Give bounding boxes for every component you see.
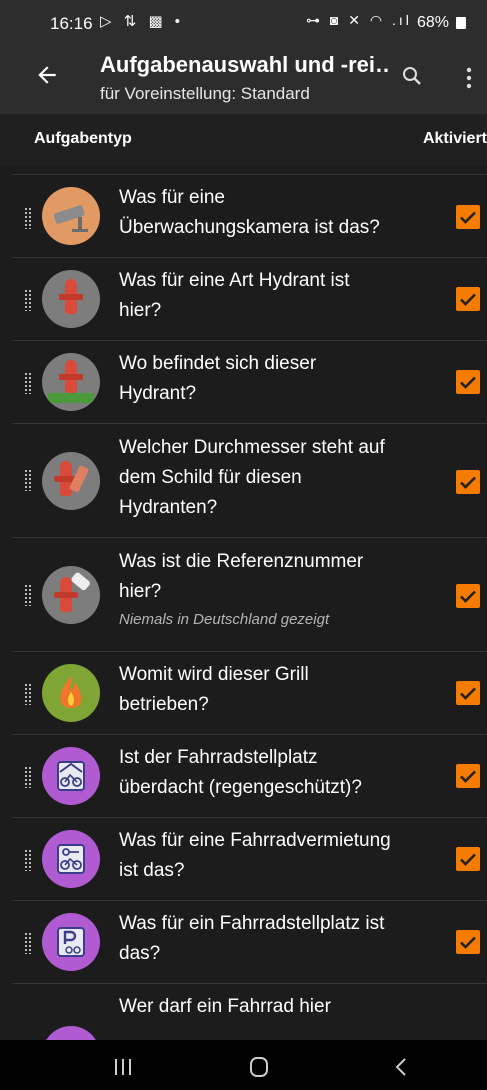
column-quest-type: Aufgabentyp [34,130,132,147]
quest-row[interactable]: Welcher Durchmesser steht auf dem Schild… [12,423,487,538]
home-icon[interactable] [250,1057,268,1077]
back-icon[interactable] [394,1057,408,1077]
drag-handle-icon[interactable] [24,469,32,491]
quest-text: Wo befindet sich dieser Hydrant? [119,353,317,404]
battery-percent: 68% [417,14,450,31]
quest-row[interactable]: Ist der Fahrradstellplatz überdacht (reg… [12,734,487,818]
fire-hydrant-diameter-icon [42,452,100,510]
search-icon[interactable] [400,64,424,88]
quest-text: Was für eine Art Hydrant ist hier? [119,270,350,321]
quest-text: Wer darf ein Fahrrad hier [119,996,331,1017]
system-status-icons: ⊶ ◙ ✕ ◠ .ıl [306,12,412,28]
status-time: 16:16 [50,14,93,33]
enabled-checkbox[interactable] [456,681,480,705]
quest-row[interactable]: Wo befindet sich dieser Hydrant? [12,340,487,424]
fire-hydrant-ref-icon [42,566,100,624]
bicycle-parking-type-icon [42,913,100,971]
bbq-fire-icon [42,664,100,722]
drag-handle-icon[interactable] [24,683,32,705]
fire-hydrant-position-icon [42,353,100,411]
bicycle-parking-access-icon [42,1026,100,1040]
quest-row[interactable]: Was für eine Fahrradvermietung ist das? [12,817,487,901]
quest-text: Womit wird dieser Grill betrieben? [119,664,309,715]
quest-note: Niemals in Deutschland gezeigt [119,611,330,628]
surveillance-camera-icon [42,187,100,245]
status-bar: 16:16 ▷ ⇅ ▩ • ⊶ ◙ ✕ ◠ .ıl 68% [0,0,487,42]
fire-hydrant-icon [42,270,100,328]
quest-text: Was für eine Überwachungskamera ist das? [119,187,380,238]
enabled-checkbox[interactable] [456,930,480,954]
battery-icon [456,17,466,29]
quest-row[interactable]: Was für ein Fahrradstellplatz ist das? [12,900,487,984]
column-header: Aufgabentyp Aktiviert [0,114,487,166]
drag-handle-icon[interactable] [24,207,32,229]
drag-handle-icon[interactable] [24,766,32,788]
more-vert-icon[interactable] [462,66,476,90]
enabled-checkbox[interactable] [456,847,480,871]
quest-row[interactable]: Womit wird dieser Grill betrieben? [12,651,487,735]
quest-row[interactable]: Wer darf ein Fahrrad hier [12,983,487,1040]
notification-icons: ▷ ⇅ ▩ • [100,13,185,30]
back-arrow-icon[interactable] [34,62,60,88]
screen: 16:16 ▷ ⇅ ▩ • ⊶ ◙ ✕ ◠ .ıl 68% Aufgabenau… [0,0,487,1090]
quest-text: Welcher Durchmesser steht auf dem Schild… [119,437,385,518]
page-title: Aufgabenauswahl und -rei… [100,52,390,77]
enabled-checkbox[interactable] [456,287,480,311]
drag-handle-icon[interactable] [24,584,32,606]
enabled-checkbox[interactable] [456,370,480,394]
quest-text: Ist der Fahrradstellplatz überdacht (reg… [119,747,362,798]
drag-handle-icon[interactable] [24,932,32,954]
drag-handle-icon[interactable] [24,372,32,394]
bicycle-rental-icon [42,830,100,888]
quest-row[interactable]: Was für eine Überwachungskamera ist das? [12,174,487,258]
drag-handle-icon[interactable] [24,849,32,871]
quest-text: Was für eine Fahrradvermietung ist das? [119,830,391,881]
quest-row[interactable]: Was ist die Referenznummer hier? Niemals… [12,537,487,652]
page-subtitle: für Voreinstellung: Standard [100,84,310,103]
quest-text: Was ist die Referenznummer hier? Niemals… [119,547,434,633]
bicycle-parking-cover-icon [42,747,100,805]
system-nav-bar [0,1040,487,1090]
recent-apps-icon[interactable] [112,1058,134,1076]
enabled-checkbox[interactable] [456,470,480,494]
quest-list: Was für eine Überwachungskamera ist das?… [12,168,487,1040]
quest-row[interactable]: Was für eine Art Hydrant ist hier? [12,257,487,341]
enabled-checkbox[interactable] [456,205,480,229]
drag-handle-icon[interactable] [24,289,32,311]
column-enabled: Aktiviert [422,130,487,147]
enabled-checkbox[interactable] [456,764,480,788]
quest-text: Was für ein Fahrradstellplatz ist das? [119,913,385,964]
app-bar: Aufgabenauswahl und -rei… für Voreinstel… [0,42,487,114]
enabled-checkbox[interactable] [456,584,480,608]
